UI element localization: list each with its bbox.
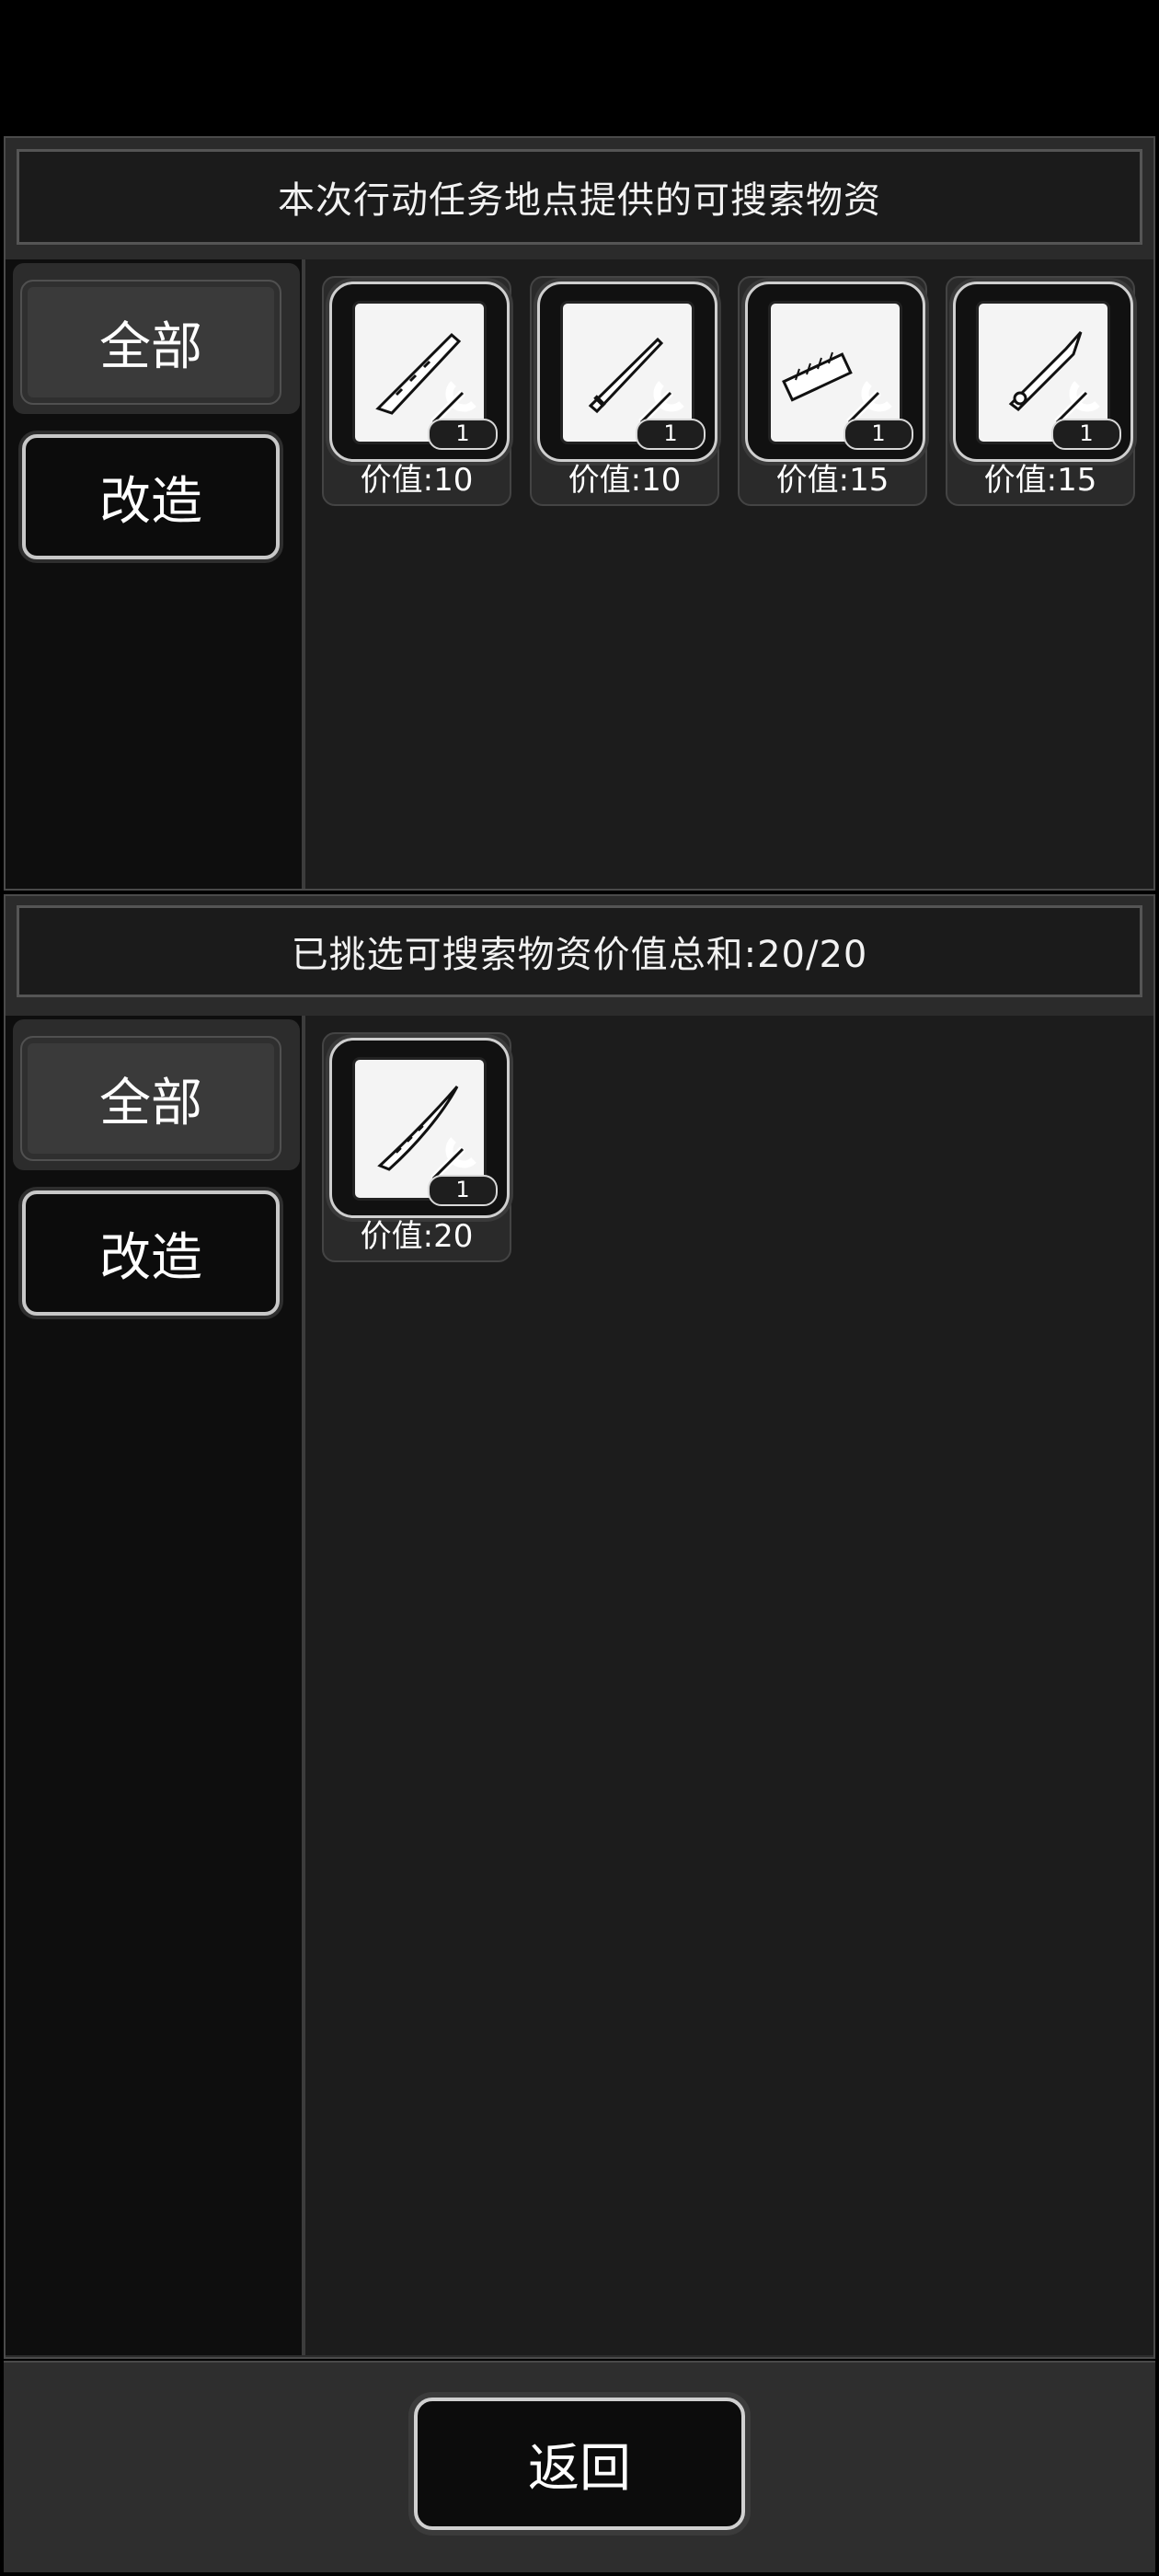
item-card[interactable]: 1 价值:10 xyxy=(322,276,511,506)
item-card[interactable]: 1 价值:10 xyxy=(530,276,719,506)
back-button[interactable]: 返回 xyxy=(414,2398,745,2530)
top-tab-modify[interactable]: 改造 xyxy=(22,434,280,559)
bottom-tab-all[interactable]: 全部 xyxy=(20,1036,281,1161)
bottom-tab-modify[interactable]: 改造 xyxy=(22,1190,280,1316)
rail-blueprint-icon: 1 xyxy=(745,282,925,462)
item-price: 价值:15 xyxy=(775,462,889,499)
spear-blueprint-icon: 1 xyxy=(953,282,1133,462)
item-price: 价值:15 xyxy=(983,462,1097,499)
item-card[interactable]: 1 价值:20 xyxy=(322,1032,511,1262)
item-card[interactable]: 1 价值:15 xyxy=(738,276,927,506)
item-card[interactable]: 1 价值:15 xyxy=(946,276,1135,506)
top-panel-title: 本次行动任务地点提供的可搜索物资 xyxy=(17,149,1142,245)
bottom-panel-title: 已挑选可搜索物资价值总和:20/20 xyxy=(17,905,1142,997)
quantity-badge: 1 xyxy=(1051,419,1121,450)
quantity-badge: 1 xyxy=(843,419,913,450)
item-price: 价值:20 xyxy=(360,1218,474,1255)
blade-blueprint-icon: 1 xyxy=(329,282,510,462)
quantity-badge: 1 xyxy=(428,419,498,450)
sword-blueprint-icon: 1 xyxy=(329,1038,510,1218)
quantity-badge: 1 xyxy=(428,1175,498,1206)
item-price: 价值:10 xyxy=(568,462,682,499)
dagger-blueprint-icon: 1 xyxy=(537,282,717,462)
top-tab-all[interactable]: 全部 xyxy=(20,280,281,405)
quantity-badge: 1 xyxy=(636,419,706,450)
item-price: 价值:10 xyxy=(360,462,474,499)
